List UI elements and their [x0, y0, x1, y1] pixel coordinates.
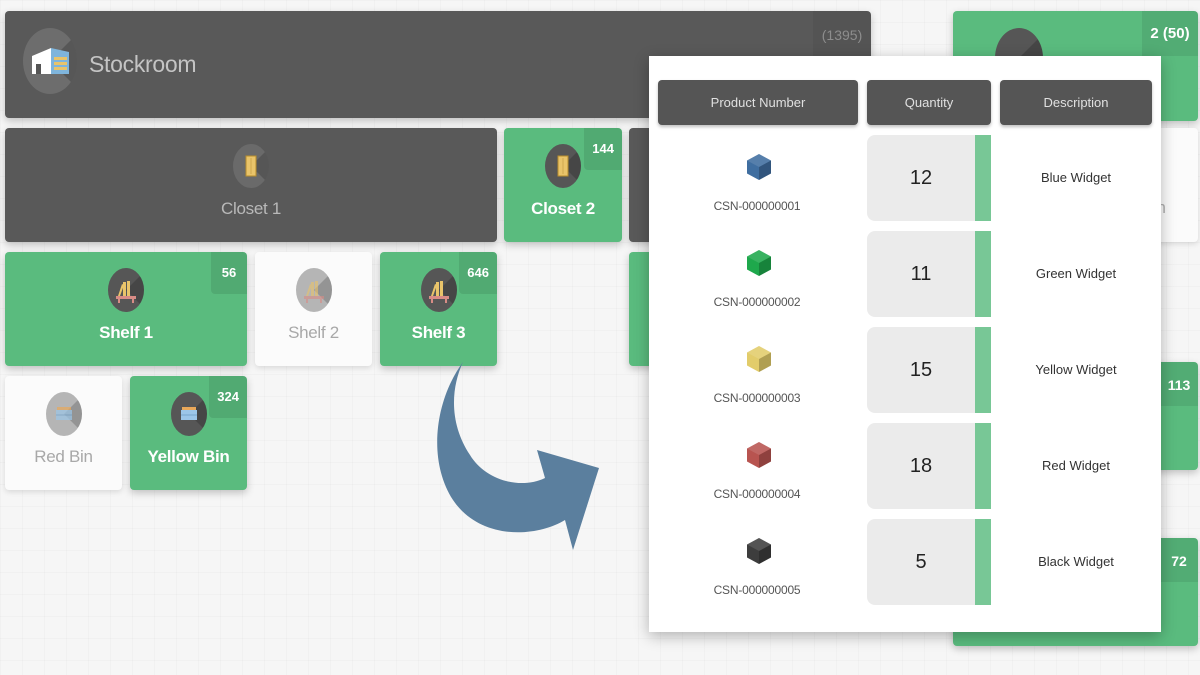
shelf-tile[interactable]: 646 Shelf 3 [380, 252, 497, 366]
shelf-count-badge: 646 [459, 252, 497, 294]
table-row[interactable]: CSN-000000005 5 Black Widget [649, 519, 1161, 605]
product-number: CSN-000000004 [713, 487, 801, 501]
product-number: CSN-000000002 [713, 295, 801, 309]
description: Black Widget [1038, 554, 1114, 569]
quantity-value[interactable]: 15 [867, 327, 975, 413]
shelf-icon-circle [420, 268, 457, 312]
description: Blue Widget [1040, 170, 1112, 185]
closet-icon-circle [233, 144, 269, 188]
stockroom-icon-circle [23, 28, 77, 94]
bin-icon [180, 407, 197, 420]
right-header-count: 2 (50) [1142, 11, 1198, 56]
stockroom-count: (1395) [813, 11, 871, 58]
closet-label: Closet 1 [221, 199, 281, 218]
header-description[interactable]: Description [1000, 80, 1152, 125]
door-icon [245, 155, 257, 177]
table-row[interactable]: CSN-000000001 12 Blue Widget [649, 135, 1161, 221]
warehouse-icon [32, 48, 69, 74]
shelf-icon-circle [108, 268, 144, 312]
shelf-label: Shelf 3 [411, 323, 466, 342]
closet-count-badge: 144 [584, 128, 622, 170]
shelf-tile[interactable]: Shelf 2 [255, 252, 372, 366]
shelf-label: Shelf 2 [288, 323, 339, 342]
quantity-value[interactable]: 5 [867, 519, 975, 605]
product-number: CSN-000000005 [713, 583, 801, 597]
shelf-icon-circle [295, 268, 332, 312]
quantity-bar [975, 327, 991, 413]
product-number: CSN-000000003 [713, 391, 801, 405]
stockroom-title: Stockroom [89, 51, 197, 77]
shelf-tile[interactable]: 56 Shelf 1 [5, 252, 247, 366]
bin-label: Yellow Bin [147, 447, 230, 466]
right-tile-count: 113 [1160, 362, 1198, 406]
shelf-count-badge: 56 [211, 252, 247, 294]
bookshelf-icon [116, 281, 136, 303]
door-icon [557, 155, 569, 177]
header-quantity[interactable]: Quantity [867, 80, 991, 125]
header-product-number[interactable]: Product Number [658, 80, 858, 125]
bin-tile[interactable]: Red Bin [5, 376, 122, 490]
quantity-bar [975, 231, 991, 317]
quantity-value[interactable]: 12 [867, 135, 975, 221]
quantity-bar [975, 423, 991, 509]
bookshelf-icon [303, 281, 324, 303]
green-cube-icon [747, 250, 771, 276]
closet-tile[interactable]: Closet 1 [5, 128, 497, 242]
bin-label: Red Bin [34, 447, 93, 466]
bin-tile[interactable]: 324 Yellow Bin [130, 376, 247, 490]
quantity-bar [975, 135, 991, 221]
quantity-value[interactable]: 18 [867, 423, 975, 509]
description: Yellow Widget [1035, 362, 1117, 377]
description: Red Widget [1042, 458, 1110, 473]
quantity-value[interactable]: 11 [867, 231, 975, 317]
red-cube-icon [747, 442, 771, 468]
bin-icon-circle [45, 392, 82, 436]
black-cube-icon [747, 538, 771, 564]
bin-count-badge: 324 [209, 376, 247, 418]
product-number: CSN-000000001 [713, 199, 801, 213]
table-row[interactable]: CSN-000000003 15 Yellow Widget [649, 327, 1161, 413]
bookshelf-icon [428, 281, 449, 303]
quantity-bar [975, 519, 991, 605]
shelf-label: Shelf 1 [99, 323, 153, 342]
closet-label: Closet 2 [531, 199, 595, 218]
closet-tile[interactable]: 144 Closet 2 [504, 128, 622, 242]
blue-cube-icon [747, 154, 771, 180]
right-tile-count: 72 [1160, 538, 1198, 582]
yellow-cube-icon [747, 346, 771, 372]
curved-arrow-icon [437, 362, 599, 550]
closet-icon-circle [545, 144, 581, 188]
table-row[interactable]: CSN-000000002 11 Green Widget [649, 231, 1161, 317]
table-row[interactable]: CSN-000000004 18 Red Widget [649, 423, 1161, 509]
bin-icon [55, 407, 72, 420]
inventory-table-panel: Product Number Quantity Description CSN-… [649, 56, 1161, 632]
bin-icon-circle [170, 392, 207, 436]
description: Green Widget [1035, 266, 1117, 281]
